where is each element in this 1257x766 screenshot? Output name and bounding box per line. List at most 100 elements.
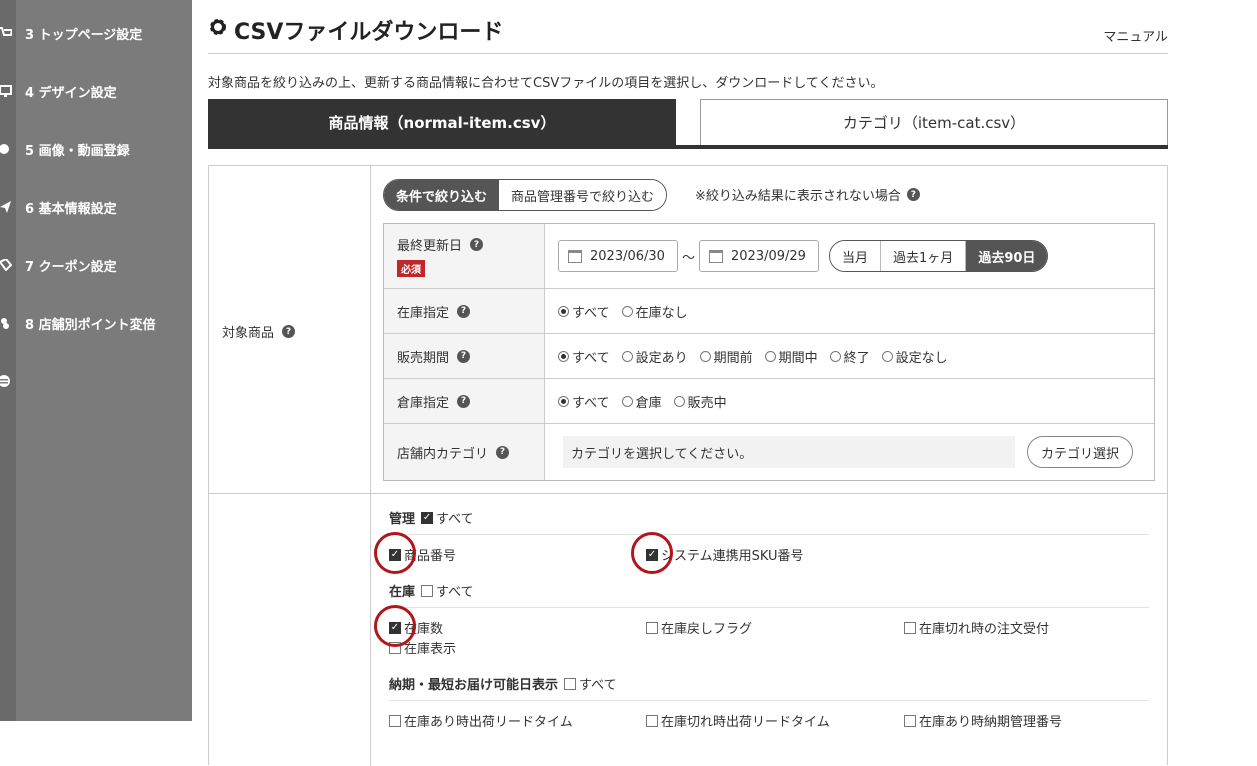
download-form: 対象商品 ? 条件で絞り込む 商品管理番号で絞り込む ※絞り込み結果に表示されな… — [208, 165, 1168, 766]
sidebar-item-top-page[interactable]: 3 トップページ設定 — [0, 18, 192, 48]
highlight-ring — [631, 532, 673, 574]
filter-label: 在庫指定 ? — [384, 289, 545, 333]
help-icon[interactable]: ? — [496, 445, 510, 459]
sale-period-label: 販売期間 — [397, 350, 450, 366]
filter-note: ※絞り込み結果に表示されない場合 ? — [695, 185, 920, 204]
sidebar-item-images[interactable]: 5 画像・動画登録 — [0, 134, 192, 164]
filter-row-last-updated: 最終更新日 ? 必須 2023/06/30 〜 2023/09/29 当月 過去… — [384, 224, 1154, 289]
radio-warehouse-stored[interactable]: 倉庫 — [621, 392, 662, 411]
category-label: 店舗内カテゴリ — [397, 446, 489, 462]
radio-warehouse-onsale[interactable]: 販売中 — [673, 392, 727, 411]
page-description: 対象商品を絞り込みの上、更新する商品情報に合わせてCSVファイルの項目を選択し、… — [208, 76, 884, 91]
filter-label: 最終更新日 ? 必須 — [384, 224, 545, 288]
target-products-text: 対象商品 — [222, 326, 275, 341]
section-divider — [209, 493, 1167, 494]
category-picker: カテゴリを選択してください。 カテゴリ選択 — [563, 424, 1134, 480]
sidebar-item-label: 7 クーポン設定 — [25, 259, 117, 275]
radio-period-unset[interactable]: 設定なし — [881, 347, 948, 366]
sidebar-item-more[interactable] — [0, 366, 192, 396]
filter-row-sale-period: 販売期間 ? すべて 設定あり 期間前 期間中 終了 設定なし — [384, 334, 1154, 379]
manual-link[interactable]: マニュアル — [1103, 26, 1168, 45]
monitor-icon — [0, 84, 12, 98]
target-products-label: 対象商品 ? — [222, 322, 296, 341]
date-from-input[interactable]: 2023/06/30 — [558, 240, 678, 272]
checkbox-stock-all[interactable]: すべて — [421, 581, 474, 600]
group-stock-title: 在庫 — [389, 585, 416, 600]
filter-label: 店舗内カテゴリ ? — [384, 424, 545, 480]
date-preset-toggle: 当月 過去1ヶ月 過去90日 — [829, 240, 1049, 272]
help-icon[interactable]: ? — [282, 325, 296, 338]
calendar-icon — [568, 249, 582, 263]
date-to-input[interactable]: 2023/09/29 — [699, 240, 820, 272]
category-input[interactable]: カテゴリを選択してください。 — [563, 436, 1015, 468]
help-icon[interactable]: ? — [457, 304, 471, 318]
date-separator: 〜 — [682, 250, 696, 266]
help-icon[interactable]: ? — [457, 349, 471, 363]
preset-this-month[interactable]: 当月 — [830, 241, 882, 271]
category-select-button[interactable]: カテゴリ選択 — [1027, 436, 1134, 468]
highlight-ring — [374, 605, 416, 647]
radio-period-all[interactable]: すべて — [558, 347, 610, 366]
group-stock: 在庫 すべて — [389, 581, 474, 600]
radio-stock-none[interactable]: 在庫なし — [621, 302, 688, 321]
sidebar-item-label: 3 トップページ設定 — [25, 27, 143, 43]
radio-period-before[interactable]: 期間前 — [699, 347, 753, 366]
filter-row-stock: 在庫指定 ? すべて 在庫なし — [384, 289, 1154, 334]
help-icon[interactable]: ? — [906, 188, 920, 201]
group-mgmt: 管理 ✓ すべて — [389, 508, 474, 527]
sidebar-item-basic-info[interactable]: 6 基本情報設定 — [0, 192, 192, 222]
radio-period-ended[interactable]: 終了 — [829, 347, 870, 366]
filter-by-condition-button[interactable]: 条件で絞り込む — [384, 180, 500, 210]
filter-row-warehouse: 倉庫指定 ? すべて 倉庫 販売中 — [384, 379, 1154, 424]
page-header: CSVファイルダウンロード マニュアル — [208, 12, 1168, 54]
checkbox-mgmt-all[interactable]: ✓ すべて — [421, 508, 474, 527]
sidebar-item-label: 4 デザイン設定 — [25, 85, 117, 101]
preset-last-month[interactable]: 過去1ヶ月 — [881, 241, 967, 271]
last-updated-label: 最終更新日 — [397, 239, 463, 254]
sidebar-item-design[interactable]: 4 デザイン設定 — [0, 76, 192, 106]
help-icon[interactable]: ? — [470, 238, 484, 251]
warehouse-label: 倉庫指定 — [397, 395, 450, 411]
group-delivery-title: 納期・最短お届け可能日表示 — [389, 678, 559, 693]
checkbox-delivery-all[interactable]: すべて — [564, 674, 617, 693]
group-divider — [389, 607, 1149, 608]
cart-icon — [0, 26, 12, 40]
calendar-icon — [709, 249, 724, 263]
sidebar: 3 トップページ設定 4 デザイン設定 5 画像・動画登録 6 基本情報設定 7… — [0, 0, 192, 721]
checkbox-out-of-stock-order[interactable]: 在庫切れ時の注文受付 — [904, 618, 1049, 637]
csv-tabs: 商品情報（normal-item.csv） カテゴリ（item-cat.csv） — [208, 99, 1168, 149]
page-title-text: CSVファイルダウンロード — [234, 20, 504, 45]
required-badge: 必須 — [397, 260, 425, 277]
highlight-ring — [374, 532, 416, 574]
radio-period-during[interactable]: 期間中 — [764, 347, 818, 366]
list-icon — [0, 374, 12, 388]
date-from-value: 2023/06/30 — [590, 248, 665, 264]
radio-period-set[interactable]: 設定あり — [621, 347, 688, 366]
tab-item-csv[interactable]: 商品情報（normal-item.csv） — [208, 99, 676, 145]
stock-options: すべて 在庫なし — [558, 289, 688, 333]
preset-last-90-days[interactable]: 過去90日 — [966, 241, 1048, 271]
coupon-icon — [0, 258, 12, 272]
gear-icon — [208, 17, 228, 43]
sidebar-item-label: 6 基本情報設定 — [25, 201, 117, 217]
filter-note-text: ※絞り込み結果に表示されない場合 — [695, 189, 901, 204]
points-icon — [0, 316, 12, 330]
sidebar-item-label: 8 店舗別ポイント変倍 — [25, 317, 156, 333]
sidebar-item-points[interactable]: 8 店舗別ポイント変倍 — [0, 308, 192, 338]
checkbox-stock-return-flag[interactable]: 在庫戻しフラグ — [646, 618, 752, 637]
sidebar-item-coupon[interactable]: 7 クーポン設定 — [0, 250, 192, 280]
column-divider — [370, 166, 371, 766]
radio-warehouse-all[interactable]: すべて — [558, 392, 610, 411]
stock-label: 在庫指定 — [397, 305, 450, 321]
warehouse-options: すべて 倉庫 販売中 — [558, 379, 727, 423]
date-range: 2023/06/30 〜 2023/09/29 当月 過去1ヶ月 過去90日 — [558, 224, 1049, 288]
filter-by-id-button[interactable]: 商品管理番号で絞り込む — [499, 180, 667, 210]
tab-category-csv[interactable]: カテゴリ（item-cat.csv） — [700, 99, 1168, 145]
filter-mode-toggle: 条件で絞り込む 商品管理番号で絞り込む — [383, 179, 668, 211]
help-icon[interactable]: ? — [457, 394, 471, 408]
filter-label: 販売期間 ? — [384, 334, 545, 378]
sidebar-item-label: 5 画像・動画登録 — [25, 143, 130, 159]
radio-stock-all[interactable]: すべて — [558, 302, 610, 321]
image-icon — [0, 142, 12, 156]
group-mgmt-title: 管理 — [389, 512, 416, 527]
